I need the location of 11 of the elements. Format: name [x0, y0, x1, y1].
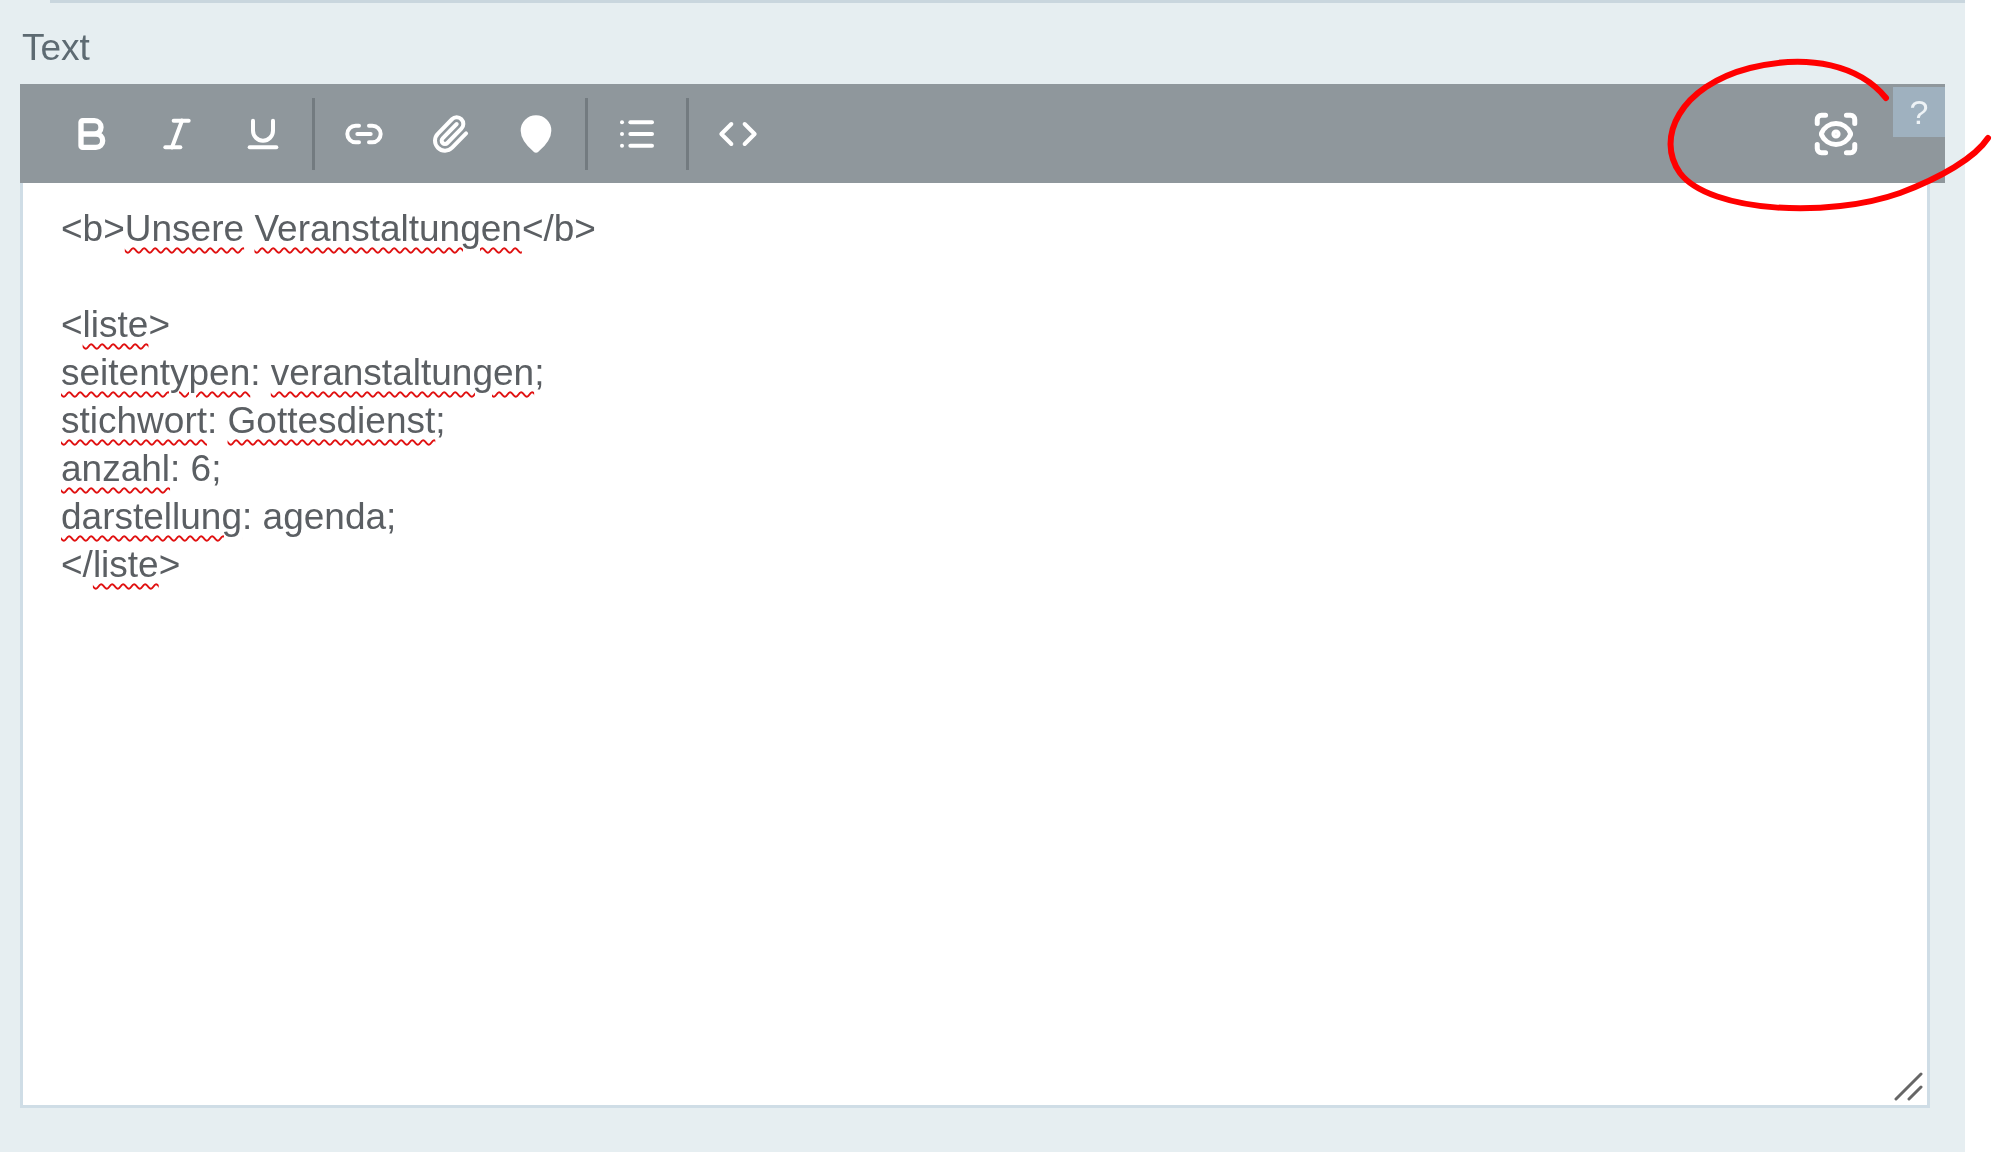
code-line: seitentypen: veranstaltungen;	[61, 351, 546, 395]
paperclip-icon	[430, 113, 470, 154]
text-editor[interactable]: <b>Unsere Veranstaltungen</b> <liste> seitentypen: veranstaltungen; stichwort: Gottesdienst; anzahl: 6; darstellung: agenda; </liste>	[20, 183, 1930, 1108]
resize-grip-icon[interactable]	[1893, 1071, 1923, 1101]
code-line: anzahl: 6;	[61, 447, 223, 491]
code-line: </liste>	[61, 543, 182, 587]
code-line: <b>Unsere Veranstaltungen</b>	[61, 207, 597, 251]
code-line: stichwort: Gottesdienst;	[61, 399, 447, 443]
field-label: Text	[21, 26, 91, 70]
code-line: <liste>	[61, 303, 172, 347]
code-line: darstellung: agenda;	[61, 495, 398, 539]
